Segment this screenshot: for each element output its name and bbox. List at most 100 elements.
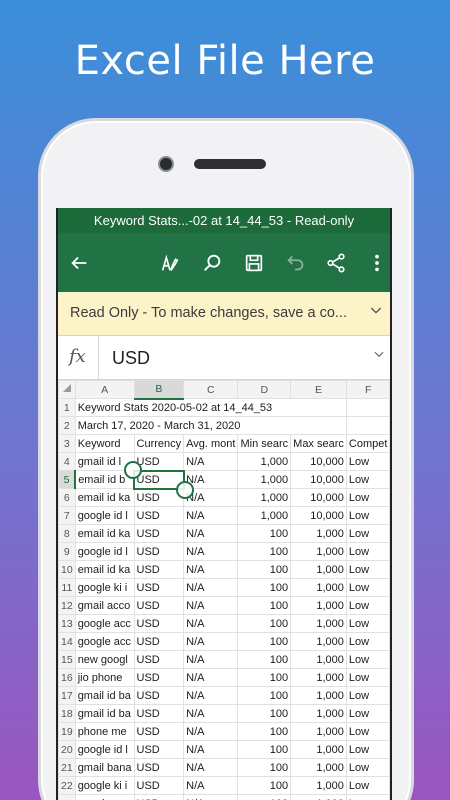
selection-handle-end[interactable] xyxy=(175,480,194,499)
cell-e8[interactable]: 1,000 xyxy=(290,524,347,543)
formula-bar[interactable]: fx USD xyxy=(58,336,390,380)
column-header-e[interactable]: E xyxy=(290,380,347,399)
cell-a23[interactable]: google acc xyxy=(74,794,135,800)
expand-chevron-icon[interactable] xyxy=(372,347,386,364)
undo-icon[interactable] xyxy=(283,250,309,276)
cell-d17[interactable]: 100 xyxy=(237,686,292,705)
cell-b15[interactable]: USD xyxy=(133,650,185,669)
cell-a21[interactable]: gmail bana xyxy=(74,758,135,777)
cell-e20[interactable]: 1,000 xyxy=(290,740,347,759)
cell-a10[interactable]: email id ka xyxy=(74,560,135,579)
cell-f23[interactable]: Low xyxy=(345,794,390,800)
cell-c13[interactable]: N/A xyxy=(183,614,239,633)
cell-f12[interactable]: Low xyxy=(345,596,390,615)
chevron-down-icon[interactable] xyxy=(368,302,384,323)
cell-e6[interactable]: 10,000 xyxy=(290,488,347,507)
row-header[interactable]: 15 xyxy=(58,650,76,669)
cell-d16[interactable]: 100 xyxy=(237,668,292,687)
row-header[interactable]: 1 xyxy=(58,398,76,417)
cell-b14[interactable]: USD xyxy=(133,632,185,651)
more-vertical-icon[interactable] xyxy=(364,250,390,276)
cell-c18[interactable]: N/A xyxy=(183,704,239,723)
row-header[interactable]: 17 xyxy=(58,686,76,705)
cell-e13[interactable]: 1,000 xyxy=(290,614,347,633)
cell-f13[interactable]: Low xyxy=(345,614,390,633)
row-header[interactable]: 9 xyxy=(58,542,76,561)
cell-d23[interactable]: 100 xyxy=(237,794,292,800)
cell-a13[interactable]: google acc xyxy=(74,614,135,633)
sheet-table[interactable]: ABCDEF 1 Keyword Stats 2020-05-02 at 14_4… xyxy=(58,380,390,800)
cell-d21[interactable]: 100 xyxy=(237,758,292,777)
draw-pen-icon[interactable] xyxy=(157,250,183,276)
cell-f20[interactable]: Low xyxy=(345,740,390,759)
cell-a20[interactable]: google id l xyxy=(74,740,135,759)
cell-a11[interactable]: google ki i xyxy=(74,578,135,597)
cell-f18[interactable]: Low xyxy=(345,704,390,723)
cell-b3[interactable]: Currency xyxy=(133,434,185,453)
cell-b11[interactable]: USD xyxy=(133,578,185,597)
cell-f6[interactable]: Low xyxy=(345,488,390,507)
cell-e19[interactable]: 1,000 xyxy=(290,722,347,741)
cell-f19[interactable]: Low xyxy=(345,722,390,741)
cell-b23[interactable]: USD xyxy=(133,794,185,800)
cell-d5[interactable]: 1,000 xyxy=(237,470,292,489)
cell-e4[interactable]: 10,000 xyxy=(290,452,347,471)
cell-b7[interactable]: USD xyxy=(133,506,185,525)
cell-e16[interactable]: 1,000 xyxy=(290,668,347,687)
cell-e9[interactable]: 1,000 xyxy=(290,542,347,561)
cell-c9[interactable]: N/A xyxy=(183,542,239,561)
cell-a7[interactable]: google id l xyxy=(74,506,135,525)
cell-c7[interactable]: N/A xyxy=(183,506,239,525)
row-header[interactable]: 11 xyxy=(58,578,76,597)
cell-b21[interactable]: USD xyxy=(133,758,185,777)
cell-a19[interactable]: phone me xyxy=(74,722,135,741)
cell-f1[interactable] xyxy=(345,398,390,417)
cell-e3[interactable]: Max searc xyxy=(290,434,347,453)
column-header-c[interactable]: C xyxy=(183,380,239,399)
cell-e22[interactable]: 1,000 xyxy=(290,776,347,795)
cell-f16[interactable]: Low xyxy=(345,668,390,687)
cell-a2[interactable]: March 17, 2020 - March 31, 2020 xyxy=(74,416,347,435)
cell-e11[interactable]: 1,000 xyxy=(290,578,347,597)
row-header[interactable]: 5 xyxy=(58,470,77,489)
cell-d22[interactable]: 100 xyxy=(237,776,292,795)
cell-d18[interactable]: 100 xyxy=(237,704,292,723)
cell-e12[interactable]: 1,000 xyxy=(290,596,347,615)
cell-e7[interactable]: 10,000 xyxy=(290,506,347,525)
read-only-banner[interactable]: Read Only - To make changes, save a co..… xyxy=(58,292,390,336)
row-header[interactable]: 7 xyxy=(58,506,76,525)
cell-e10[interactable]: 1,000 xyxy=(290,560,347,579)
cell-c12[interactable]: N/A xyxy=(183,596,239,615)
cell-a9[interactable]: google id l xyxy=(74,542,135,561)
cell-a15[interactable]: new googl xyxy=(74,650,135,669)
row-header[interactable]: 6 xyxy=(58,488,76,507)
cell-c23[interactable]: N/A xyxy=(183,794,239,800)
cell-d11[interactable]: 100 xyxy=(237,578,292,597)
cell-f17[interactable]: Low xyxy=(345,686,390,705)
cell-a12[interactable]: gmail acco xyxy=(74,596,135,615)
cell-f2[interactable] xyxy=(345,416,390,435)
row-header[interactable]: 23 xyxy=(58,794,76,800)
cell-d9[interactable]: 100 xyxy=(237,542,292,561)
column-header-a[interactable]: A xyxy=(74,380,135,399)
cell-f15[interactable]: Low xyxy=(345,650,390,669)
cell-e14[interactable]: 1,000 xyxy=(290,632,347,651)
cell-c3[interactable]: Avg. mont xyxy=(183,434,239,453)
cell-b22[interactable]: USD xyxy=(133,776,185,795)
cell-f8[interactable]: Low xyxy=(345,524,390,543)
cell-d6[interactable]: 1,000 xyxy=(237,488,292,507)
cell-f9[interactable]: Low xyxy=(345,542,390,561)
cell-b13[interactable]: USD xyxy=(133,614,185,633)
cell-e23[interactable]: 1,000 xyxy=(290,794,347,800)
row-header[interactable]: 13 xyxy=(58,614,76,633)
cell-a18[interactable]: gmail id ba xyxy=(74,704,135,723)
cell-b18[interactable]: USD xyxy=(133,704,185,723)
cell-e5[interactable]: 10,000 xyxy=(290,470,347,489)
cell-f7[interactable]: Low xyxy=(345,506,390,525)
row-header[interactable]: 14 xyxy=(58,632,76,651)
cell-c10[interactable]: N/A xyxy=(183,560,239,579)
column-header-f[interactable]: F xyxy=(345,380,390,399)
cell-c11[interactable]: N/A xyxy=(183,578,239,597)
cell-a16[interactable]: jio phone xyxy=(74,668,135,687)
row-header[interactable]: 21 xyxy=(58,758,76,777)
